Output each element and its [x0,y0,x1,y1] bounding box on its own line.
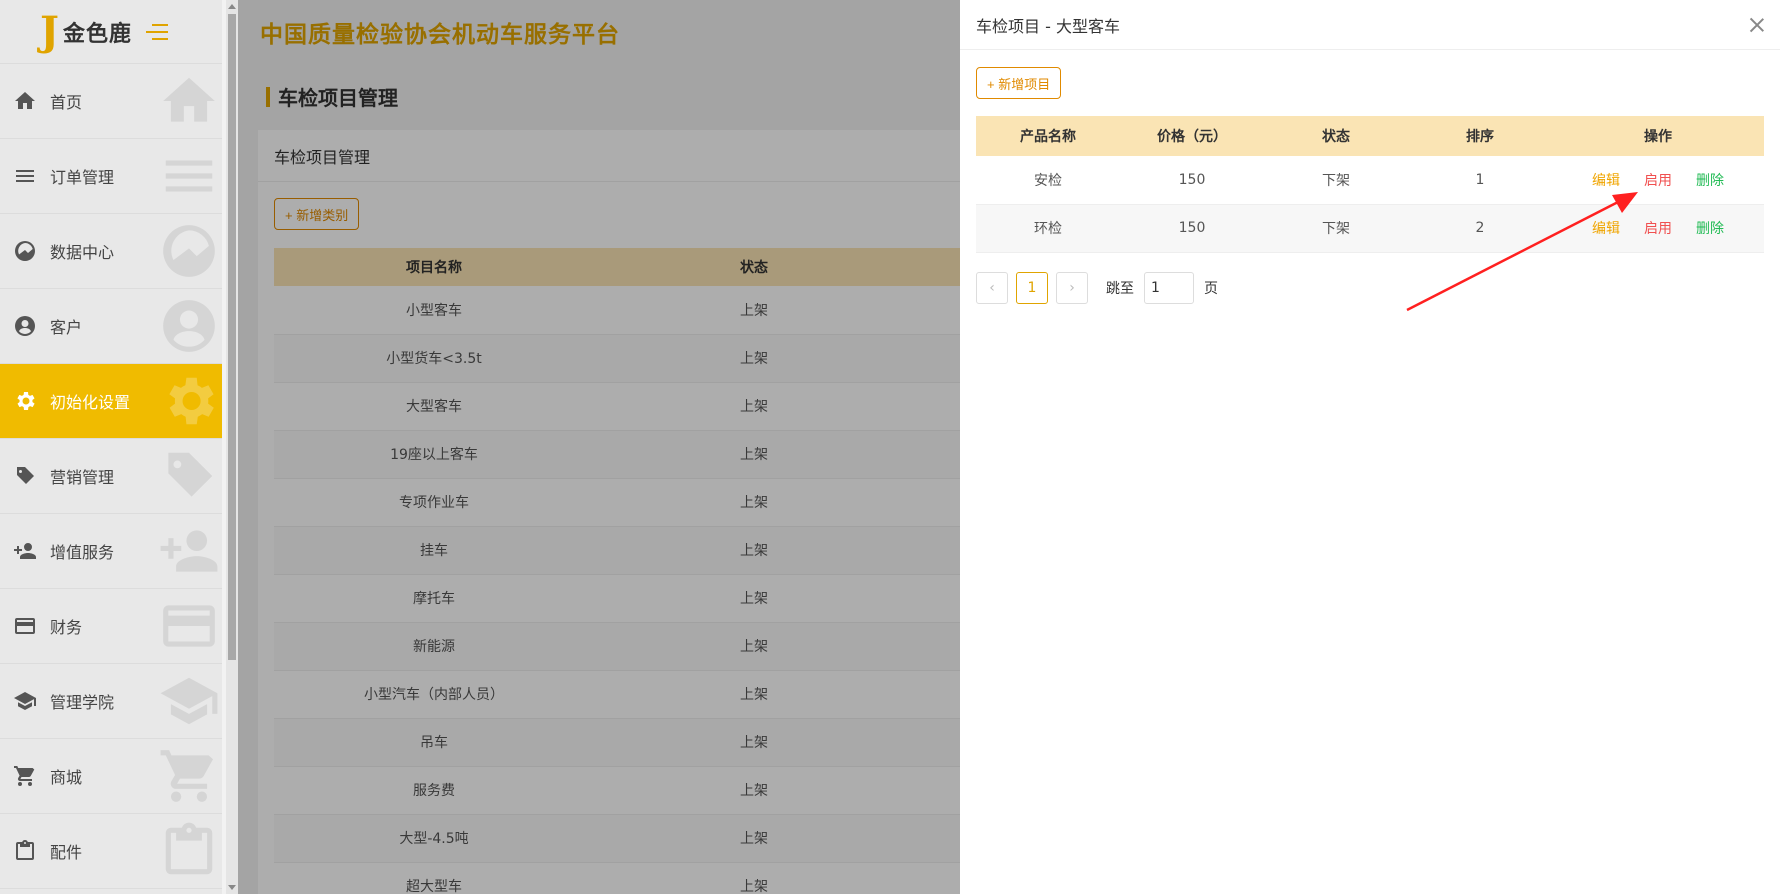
cell-order: 1 [1408,156,1552,205]
sidebar-item-label: 营销管理 [50,468,115,487]
gear-icon [12,388,38,414]
graduation-icon [12,688,38,714]
home-bg-icon [158,70,220,132]
sidebar-item-label: 首页 [50,93,83,112]
cell-actions: 编辑 启用 删除 [1552,204,1764,253]
close-icon[interactable] [1746,14,1768,36]
tag-icon [12,463,38,489]
sidebar-item-marketing[interactable]: 营销管理 [0,439,222,514]
table-row: 环检 150 下架 2 编辑 启用 删除 [976,204,1764,253]
row-actions: 编辑 启用 删除 [1552,170,1764,190]
sidebar-item-academy[interactable]: 管理学院 [0,664,222,739]
sidebar-item-label: 初始化设置 [50,393,131,412]
card-icon [12,613,38,639]
sidebar-item-value-added[interactable]: 增值服务 [0,514,222,589]
cell-status: 下架 [1264,204,1408,253]
edit-link[interactable]: 编辑 [1592,218,1620,238]
column-header: 价格（元） [1120,116,1264,156]
prev-page-button[interactable]: ‹ [976,272,1008,304]
sidebar-item-parts[interactable]: 配件 [0,814,222,889]
sidebar-item-label: 订单管理 [50,168,115,187]
chart-bg-icon [158,220,220,282]
sidebar-item-label: 客户 [50,318,83,337]
table-header-row: 产品名称 价格（元） 状态 排序 操作 [976,116,1764,156]
sidebar-item-customer[interactable]: 客户 [0,289,222,364]
item-table: 产品名称 价格（元） 状态 排序 操作 安检 150 下架 1 编辑 启用 删除 [976,116,1764,253]
card-bg-icon [158,595,220,657]
sidebar-item-mall[interactable]: 商城 [0,739,222,814]
goto-label: 跳至 [1106,281,1134,297]
sidebar-item-finance[interactable]: 财务 [0,589,222,664]
sidebar-item-label: 增值服务 [50,543,115,562]
cell-name: 环检 [976,204,1120,253]
cell-price: 150 [1120,204,1264,253]
list-bg-icon [158,145,220,207]
sidebar: J 金色鹿 首页 订单管理 数据中心 客户 初始化设置 营销管理 增值服务 财务… [0,0,222,894]
sidebar-item-label: 管理学院 [50,693,115,712]
sidebar-item-init-settings[interactable]: 初始化设置 [0,364,222,439]
clipboard-icon [12,838,38,864]
sidebar-item-label: 配件 [50,843,83,862]
column-header: 排序 [1408,116,1552,156]
table-row: 安检 150 下架 1 编辑 启用 删除 [976,156,1764,205]
cart-bg-icon [158,745,220,807]
logo[interactable]: J 金色鹿 [0,0,222,64]
goto-page-input[interactable] [1144,272,1194,304]
sidebar-item-label: 数据中心 [50,243,115,262]
item-drawer: 车检项目 - 大型客车 + 新增项目 产品名称 价格（元） 状态 排序 操作 安… [960,0,1780,894]
sidebar-item-orders[interactable]: 订单管理 [0,139,222,214]
cell-status: 下架 [1264,156,1408,205]
sidebar-scrollbar[interactable] [226,0,238,894]
add-user-icon [12,538,38,564]
sidebar-item-home[interactable]: 首页 [0,64,222,139]
list-icon [12,163,38,189]
cell-name: 安检 [976,156,1120,205]
logo-mark: J [40,7,59,55]
cart-icon [12,763,38,789]
logo-text: 金色鹿 [62,21,132,47]
add-item-button[interactable]: + 新增项目 [976,67,1062,99]
drawer-header: 车检项目 - 大型客车 [960,0,1780,50]
clipboard-bg-icon [158,820,220,882]
cell-actions: 编辑 启用 删除 [1552,156,1764,205]
page-suffix: 页 [1204,281,1218,297]
add-user-bg-icon [158,520,220,582]
column-header: 产品名称 [976,116,1120,156]
edit-link[interactable]: 编辑 [1592,170,1620,190]
scrollbar-thumb[interactable] [228,14,236,660]
gear-bg-icon [158,370,220,432]
home-icon [12,88,38,114]
enable-link[interactable]: 启用 [1644,170,1672,190]
drawer-title: 车检项目 - 大型客车 [976,16,1120,36]
page-1-button[interactable]: 1 [1016,272,1048,304]
delete-link[interactable]: 删除 [1696,170,1724,190]
cell-order: 2 [1408,204,1552,253]
enable-link[interactable]: 启用 [1644,218,1672,238]
row-actions: 编辑 启用 删除 [1552,218,1764,238]
sidebar-item-label: 财务 [50,618,83,637]
sidebar-item-data-center[interactable]: 数据中心 [0,214,222,289]
tag-bg-icon [158,445,220,507]
scroll-up-icon[interactable] [228,4,236,9]
user-bg-icon [158,295,220,357]
next-page-button[interactable]: › [1056,272,1088,304]
menu-toggle-icon[interactable] [145,23,168,41]
cell-price: 150 [1120,156,1264,205]
column-header: 状态 [1264,116,1408,156]
delete-link[interactable]: 删除 [1696,218,1724,238]
user-icon [12,313,38,339]
sidebar-item-label: 商城 [50,768,83,787]
scroll-down-icon[interactable] [228,885,236,890]
graduation-bg-icon [158,670,220,732]
chart-icon [12,238,38,264]
column-header: 操作 [1552,116,1764,156]
pagination: ‹ 1 › 跳至 页 [976,272,1218,304]
